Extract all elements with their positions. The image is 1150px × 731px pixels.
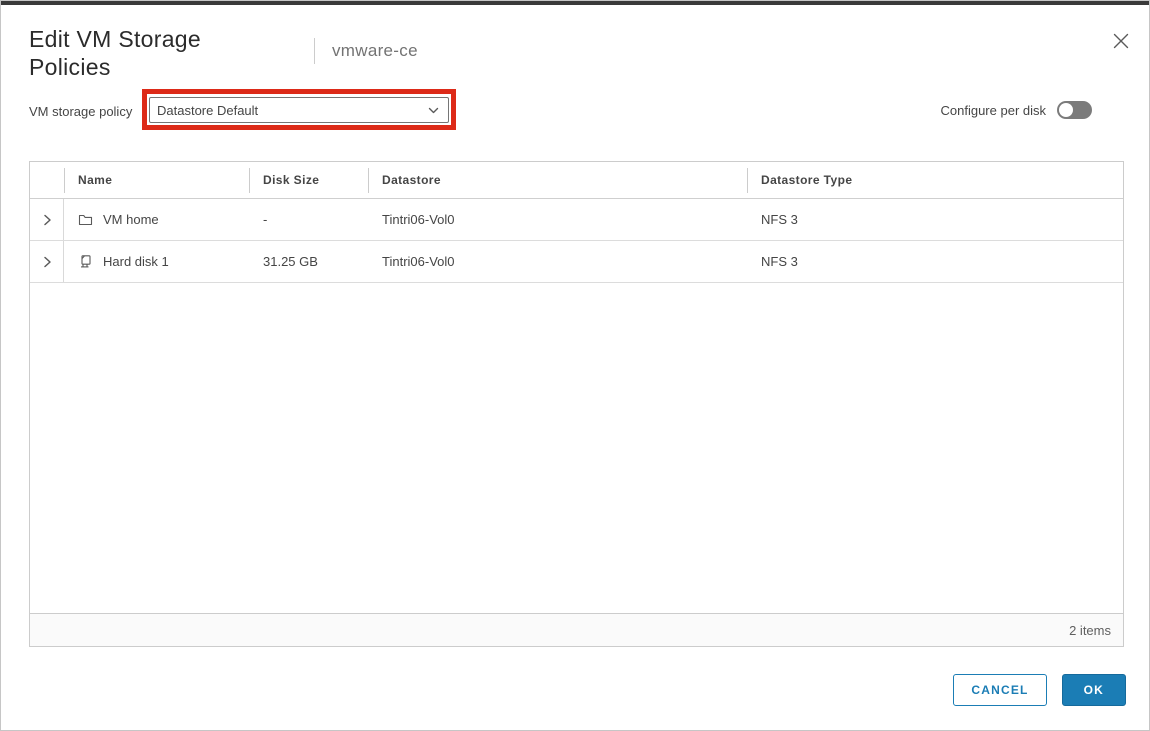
dialog-actions: CANCEL OK	[953, 674, 1126, 706]
column-header-datastore: Datastore	[368, 162, 747, 198]
chevron-right-icon	[40, 213, 54, 227]
configure-per-disk-label: Configure per disk	[941, 103, 1047, 118]
row-datastore: Tintri06-Vol0	[368, 199, 747, 240]
table-empty-area	[30, 283, 1123, 613]
vm-storage-policy-selected-value: Datastore Default	[157, 103, 258, 118]
item-count: 2 items	[1069, 623, 1111, 638]
close-icon	[1112, 32, 1130, 50]
table-footer: 2 items	[30, 613, 1123, 646]
table-row: VM home - Tintri06-Vol0 NFS 3	[30, 199, 1123, 241]
row-datastore-type: NFS 3	[747, 199, 1123, 240]
column-header-datastore-type: Datastore Type	[747, 162, 1123, 198]
edit-vm-storage-policies-dialog: Edit VM Storage Policies vmware-ce VM st…	[0, 0, 1150, 731]
row-datastore: Tintri06-Vol0	[368, 241, 747, 282]
row-datastore-type: NFS 3	[747, 241, 1123, 282]
vm-storage-policy-select[interactable]: Datastore Default	[149, 97, 449, 123]
window-top-strip	[1, 1, 1149, 5]
row-name: VM home	[103, 212, 159, 227]
expand-row-button[interactable]	[30, 199, 64, 240]
table-header-row: Name Disk Size Datastore Datastore Type	[30, 162, 1123, 199]
column-header-name: Name	[64, 162, 249, 198]
vm-name-subtitle: vmware-ce	[332, 41, 418, 61]
row-disk-size: -	[249, 199, 368, 240]
chevron-down-icon	[427, 104, 440, 117]
close-button[interactable]	[1107, 27, 1135, 55]
hard-disk-icon	[78, 254, 93, 269]
row-name: Hard disk 1	[103, 254, 169, 269]
configure-per-disk-toggle[interactable]	[1057, 101, 1092, 119]
page-title: Edit VM Storage Policies	[29, 25, 279, 81]
cancel-button[interactable]: CANCEL	[953, 674, 1046, 706]
table-row: Hard disk 1 31.25 GB Tintri06-Vol0 NFS 3	[30, 241, 1123, 283]
column-header-disk-size: Disk Size	[249, 162, 368, 198]
expand-row-button[interactable]	[30, 241, 64, 282]
vm-storage-policy-label: VM storage policy	[29, 104, 132, 119]
storage-policies-table: Name Disk Size Datastore Datastore Type	[29, 161, 1124, 647]
configure-per-disk-group: Configure per disk	[941, 101, 1093, 119]
folder-icon	[78, 212, 93, 227]
expander-column-header	[30, 162, 64, 198]
toggle-knob	[1059, 103, 1073, 117]
ok-button[interactable]: OK	[1062, 674, 1126, 706]
chevron-right-icon	[40, 255, 54, 269]
title-divider	[314, 38, 315, 64]
row-disk-size: 31.25 GB	[249, 241, 368, 282]
